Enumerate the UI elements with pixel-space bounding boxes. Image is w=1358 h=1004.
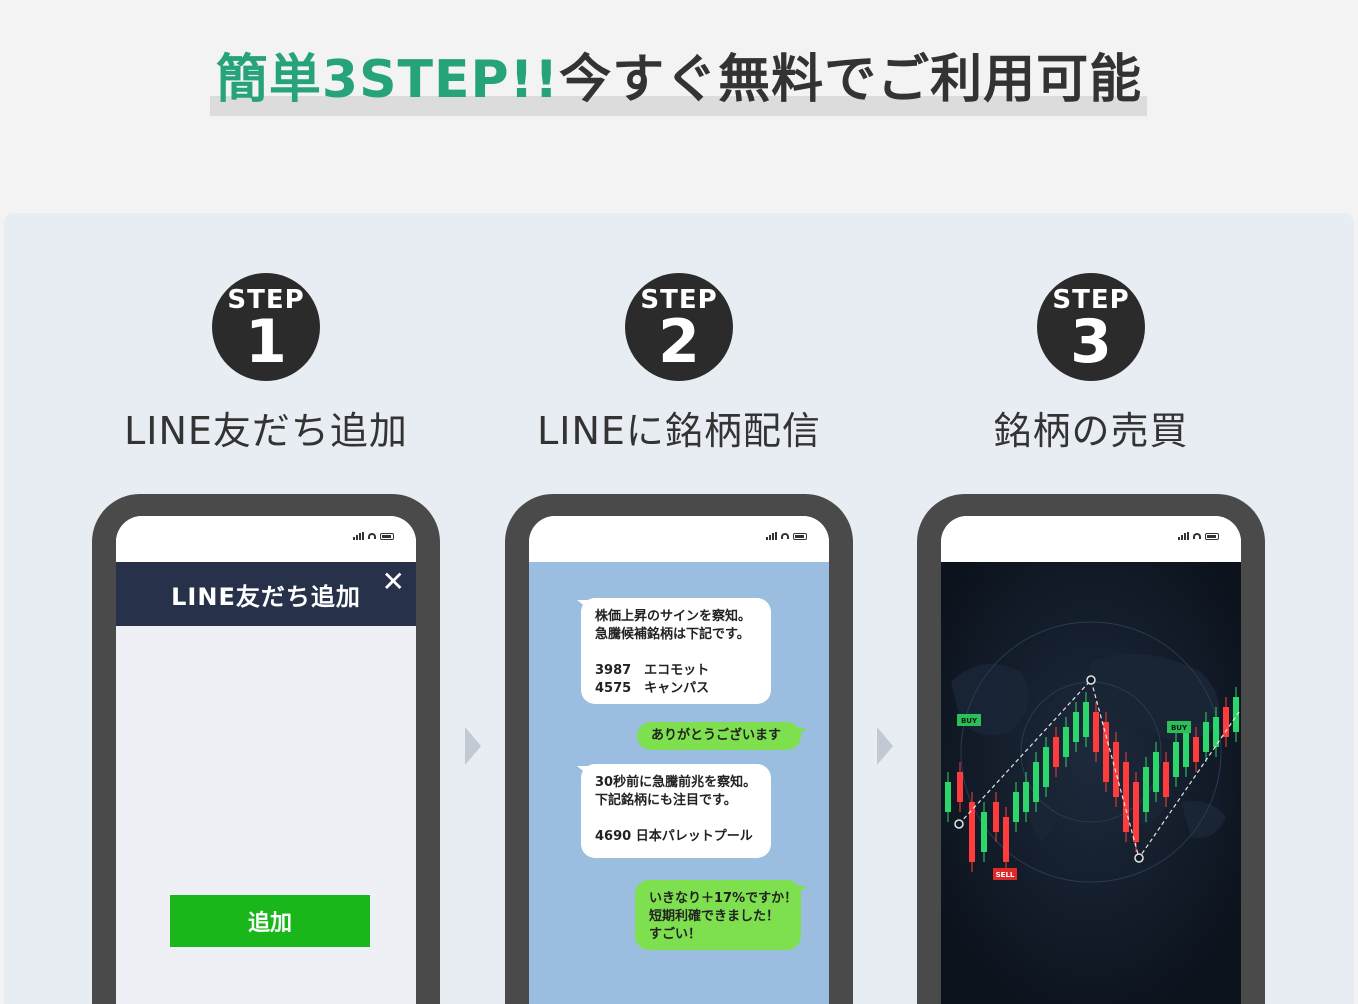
- step-1: STEP 1 LINE友だち追加: [91, 273, 441, 453]
- candle-body: [1013, 792, 1019, 822]
- status-bar: [116, 516, 416, 562]
- page-title-rest: 今すぐ無料でご利用可能: [559, 50, 1143, 110]
- candle-body: [981, 812, 987, 852]
- candle-body: [1043, 747, 1049, 787]
- step-3: STEP 3 銘柄の売買: [916, 273, 1266, 453]
- candle-body: [1103, 722, 1109, 782]
- phone-2-screen: 株価上昇のサインを察知。 急騰候補銘柄は下記です。 3987 エコモット 457…: [529, 516, 829, 1004]
- buy-tag-label: BUY: [961, 717, 978, 725]
- message-line: 4575 キャンパス: [595, 681, 710, 696]
- chart-background: [941, 562, 1241, 1004]
- candle-body: [957, 772, 963, 802]
- message-line: 短期利確できました！: [649, 909, 780, 924]
- step-2-title: LINEに銘柄配信: [537, 409, 821, 453]
- step-3-title: 銘柄の売買: [993, 409, 1189, 453]
- phone-2: 株価上昇のサインを察知。 急騰候補銘柄は下記です。 3987 エコモット 457…: [505, 494, 853, 1004]
- candlestick-chart-illustration: BUY BUY SELL: [941, 562, 1241, 1004]
- signal-icon: [1178, 532, 1189, 540]
- phone-3-screen: BUY BUY SELL: [941, 516, 1241, 1004]
- battery-icon: [793, 532, 807, 540]
- candle-body: [1123, 762, 1129, 832]
- step-2: STEP 2 LINEに銘柄配信: [504, 273, 854, 453]
- candle-body: [1153, 752, 1159, 792]
- battery-icon: [1205, 532, 1219, 540]
- phone-1-screen: LINE友だち追加 ✕ 追加: [116, 516, 416, 1004]
- phone-1: LINE友だち追加 ✕ 追加: [92, 494, 440, 1004]
- chat-message-bot: 30秒前に急騰前兆を察知。 下記銘柄にも注目です。 4690 日本パレットプール: [577, 764, 771, 858]
- candle-body: [1093, 712, 1099, 752]
- signal-icon: [353, 532, 364, 540]
- candle-body: [1203, 722, 1209, 752]
- candle-body: [1003, 817, 1009, 862]
- chevron-right-icon: [877, 727, 893, 765]
- message-line: 4690 日本パレットプール: [595, 829, 753, 844]
- message-line: 下記銘柄にも注目です。: [595, 793, 737, 808]
- candle-body: [1143, 767, 1149, 812]
- candle-body: [1023, 782, 1029, 812]
- message-line: 急騰候補銘柄は下記です。: [595, 627, 750, 642]
- step-number: 2: [658, 307, 700, 377]
- step-number: 1: [245, 307, 287, 377]
- buy-tag-label: BUY: [1171, 724, 1188, 732]
- message-line: 3987 エコモット: [595, 663, 710, 678]
- candle-body: [1233, 697, 1239, 732]
- phone-3: BUY BUY SELL: [917, 494, 1265, 1004]
- candle-body: [1033, 762, 1039, 802]
- steps-panel: STEP 1 LINE友だち追加 STEP 2 LINEに銘柄配信 STEP 3…: [4, 213, 1354, 1004]
- candle-body: [1113, 742, 1119, 797]
- message-line: いきなり＋17%ですか！: [649, 891, 798, 906]
- trading-chart-image: BUY BUY SELL: [941, 562, 1241, 1004]
- chat-message-user: いきなり＋17%ですか！ 短期利確できました！ すごい！: [635, 880, 807, 950]
- candle-body: [1173, 742, 1179, 777]
- candle-body: [969, 802, 975, 862]
- candle-body: [1063, 727, 1069, 757]
- candle-body: [1163, 762, 1169, 797]
- message-line: ありがとうございます: [651, 728, 782, 743]
- signal-icon: [766, 532, 777, 540]
- step-number: 3: [1070, 307, 1112, 377]
- chat-area: 株価上昇のサインを察知。 急騰候補銘柄は下記です。 3987 エコモット 457…: [529, 562, 829, 1004]
- candle-body: [945, 782, 951, 812]
- step-3-badge: STEP 3: [1037, 273, 1145, 381]
- step-1-title: LINE友だち追加: [124, 409, 408, 453]
- add-friend-title: LINE友だち追加: [171, 582, 361, 611]
- chat-message-user: ありがとうございます: [637, 722, 807, 750]
- candle-body: [1053, 737, 1059, 767]
- candle-body: [1133, 782, 1139, 842]
- close-icon[interactable]: ✕: [382, 568, 406, 596]
- wifi-icon: [1193, 533, 1201, 539]
- chat-message-bot: 株価上昇のサインを察知。 急騰候補銘柄は下記です。 3987 エコモット 457…: [577, 598, 771, 704]
- add-friend-header: LINE友だち追加 ✕: [116, 562, 416, 626]
- candle-body: [1193, 737, 1199, 762]
- message-line: 株価上昇のサインを察知。: [595, 609, 752, 624]
- wifi-icon: [368, 533, 376, 539]
- page-title: 簡単3STEP!!今すぐ無料でご利用可能: [0, 50, 1358, 110]
- add-friend-button[interactable]: 追加: [170, 895, 370, 947]
- message-line: 30秒前に急騰前兆を察知。: [595, 775, 757, 790]
- candle-body: [1083, 702, 1089, 737]
- page-title-highlight: 簡単3STEP!!: [215, 50, 560, 110]
- chevron-right-icon: [465, 727, 481, 765]
- candle-body: [1073, 712, 1079, 742]
- step-2-badge: STEP 2: [625, 273, 733, 381]
- wifi-icon: [781, 533, 789, 539]
- step-1-badge: STEP 1: [212, 273, 320, 381]
- candle-body: [1223, 707, 1229, 737]
- add-friend-body: 追加: [116, 626, 416, 1004]
- candle-body: [1183, 732, 1189, 767]
- sell-tag-label: SELL: [996, 871, 1015, 879]
- message-line: すごい！: [649, 927, 702, 942]
- battery-icon: [380, 532, 394, 540]
- status-bar: [529, 516, 829, 562]
- candle-body: [993, 802, 999, 832]
- status-bar: [941, 516, 1241, 562]
